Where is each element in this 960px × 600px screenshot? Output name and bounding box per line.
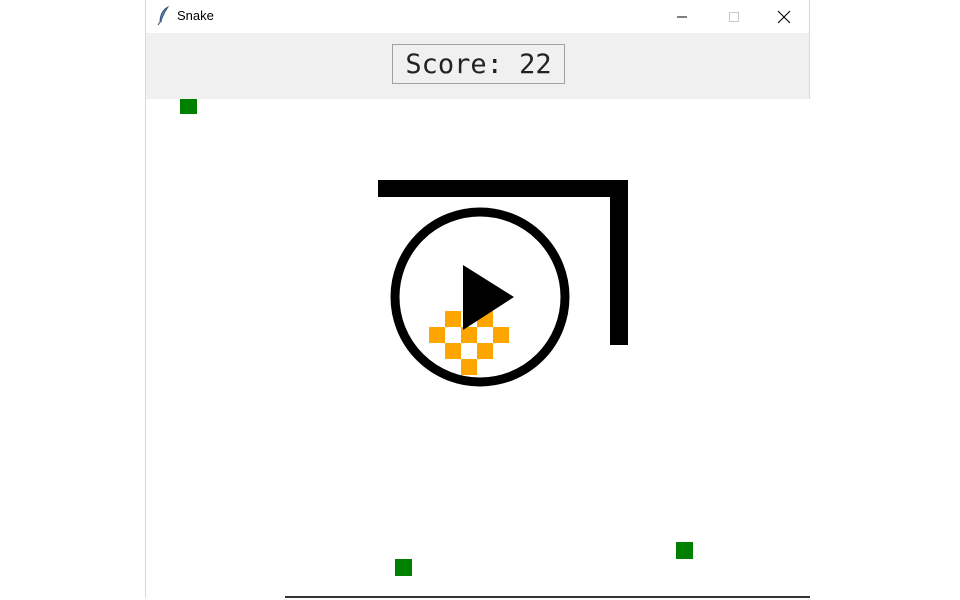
food-item (676, 542, 693, 559)
title-bar[interactable]: Snake (146, 0, 809, 33)
snake-segment (429, 327, 445, 343)
food-item (395, 559, 412, 576)
maximize-icon (729, 11, 739, 22)
maximize-button[interactable] (711, 0, 757, 33)
taskbar-edge (285, 596, 810, 598)
wall-segment (378, 180, 628, 197)
feather-icon (157, 6, 170, 26)
close-button[interactable] (761, 0, 807, 33)
score-label: Score: 22 (392, 44, 565, 84)
snake-segment (445, 343, 461, 359)
snake-window: Snake Score: 22 (145, 0, 811, 598)
snake-segment (445, 311, 461, 327)
wall-segment (610, 180, 628, 345)
snake-segment (477, 343, 493, 359)
window-title: Snake (177, 8, 214, 23)
score-bar: Score: 22 (146, 33, 809, 99)
minimize-button[interactable] (659, 0, 705, 33)
close-icon (777, 10, 791, 23)
game-canvas[interactable] (146, 99, 811, 598)
food-item (180, 99, 197, 114)
snake-segment (493, 327, 509, 343)
snake-segment (461, 359, 477, 375)
game-board (180, 99, 693, 576)
minimize-icon (677, 16, 687, 17)
